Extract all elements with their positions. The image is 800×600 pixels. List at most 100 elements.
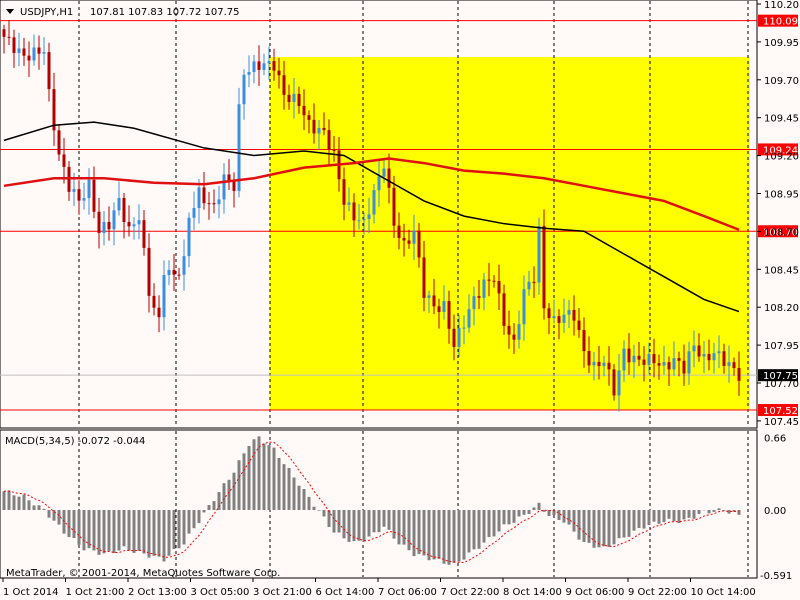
candle-body — [22, 48, 26, 56]
candle-body — [297, 93, 301, 106]
candle-body — [327, 130, 331, 150]
candle-body — [367, 214, 371, 219]
candle-body — [412, 230, 416, 244]
candle-body — [247, 71, 251, 75]
time-tick-label: 8 Oct 14:00 — [503, 587, 562, 598]
macd-tick-label: 0.00 — [764, 506, 786, 517]
macd-tick-label: -0.591 — [760, 571, 792, 582]
candle-body — [407, 240, 411, 244]
candle-body — [362, 218, 366, 221]
chart-canvas[interactable]: 110.09109.24108.70107.52110.20109.95109.… — [0, 0, 800, 600]
candle-body — [602, 362, 606, 367]
candle-body — [62, 154, 66, 167]
copyright: MetaTrader, © 2001-2014, MetaQuotes Soft… — [6, 568, 280, 579]
candle-body — [142, 220, 146, 248]
candle-body — [642, 359, 646, 365]
candle-body — [667, 362, 671, 370]
candle-body — [322, 127, 326, 131]
candle-body — [2, 29, 6, 37]
candle-body — [97, 211, 101, 233]
candle-body — [222, 174, 226, 200]
time-tick-label: 2 Oct 13:00 — [128, 587, 187, 598]
candle-body — [352, 202, 356, 221]
candle-body — [647, 354, 651, 365]
bid-tag-label: 107.75 — [763, 371, 798, 382]
candle-body — [707, 353, 711, 361]
price-tick-label: 107.95 — [764, 341, 799, 352]
candle-body — [452, 328, 456, 347]
candle-body — [737, 368, 741, 381]
price-axis: 110.09109.24108.70107.52110.20109.95109.… — [757, 0, 799, 582]
candle-body — [682, 360, 686, 374]
candle-body — [677, 358, 681, 361]
time-tick-label: 1 Oct 2014 — [3, 587, 58, 598]
candle-body — [422, 257, 426, 298]
time-tick-label: 3 Oct 21:00 — [253, 587, 312, 598]
candle-body — [82, 198, 86, 201]
candle-body — [542, 225, 546, 309]
candle-body — [472, 296, 476, 310]
candle-body — [442, 301, 446, 312]
candle-body — [347, 202, 351, 205]
candle-body — [332, 149, 336, 151]
candle-body — [512, 334, 516, 340]
dropdown-triangle-icon[interactable] — [6, 9, 14, 14]
candle-body — [32, 47, 36, 61]
time-tick-label: 7 Oct 06:00 — [378, 587, 437, 598]
candle-body — [232, 180, 236, 191]
candle-body — [77, 189, 81, 201]
candle-body — [582, 330, 586, 352]
ohlc-values: 107.81 107.83 107.72 107.75 — [90, 7, 240, 18]
candle-body — [157, 307, 161, 318]
candle-body — [267, 61, 271, 64]
candle-body — [277, 70, 281, 76]
macd-label: MACD(5,34,5) -0.072 -0.044 — [5, 436, 145, 447]
macd-tick-label: 0.66 — [764, 433, 786, 444]
candle-body — [182, 256, 186, 275]
candle-body — [387, 168, 391, 188]
candle-body — [17, 48, 21, 53]
candle-body — [607, 362, 611, 370]
macd-panel-frame — [0, 429, 758, 579]
candle-body — [597, 361, 601, 367]
candle-body — [517, 324, 521, 340]
price-tick-label: 109.20 — [764, 152, 799, 163]
time-tick-label: 9 Oct 06:00 — [566, 587, 625, 598]
candle-body — [307, 115, 311, 120]
time-tick-label: 1 Oct 21:00 — [66, 587, 125, 598]
candle-body — [237, 104, 241, 191]
candle-body — [372, 190, 376, 215]
chart-window[interactable]: 110.09 109.24 108.70 107.52 110.20 109.95 109.… — [0, 0, 800, 600]
candle-body — [447, 301, 451, 329]
candle-body — [592, 361, 596, 366]
candle-body — [662, 362, 666, 366]
candle-body — [102, 221, 106, 233]
candle-body — [467, 309, 471, 328]
candle-body — [612, 369, 616, 396]
candle-body — [172, 269, 176, 275]
candle-body — [87, 179, 91, 199]
level-tag-label: 110.09 — [763, 17, 798, 28]
candle-body — [287, 94, 291, 102]
candle-body — [302, 105, 306, 116]
candle-body — [132, 224, 136, 227]
candle-body — [397, 225, 401, 239]
candle-body — [687, 351, 691, 374]
price-tick-label: 108.70 — [764, 227, 799, 238]
candle-body — [177, 274, 181, 276]
candle-body — [492, 280, 496, 282]
candle-body — [377, 176, 381, 191]
candle-body — [57, 130, 61, 155]
time-tick-label: 7 Oct 22:00 — [441, 587, 500, 598]
candle-body — [482, 279, 486, 298]
highlight-rectangle[interactable] — [270, 57, 750, 411]
time-tick-label: 6 Oct 14:00 — [316, 587, 375, 598]
price-tick-label: 107.45 — [764, 417, 799, 428]
candle-body — [617, 370, 621, 396]
price-tick-label: 108.20 — [764, 303, 799, 314]
candle-body — [457, 327, 461, 347]
candle-body — [197, 187, 201, 208]
candle-body — [242, 74, 246, 105]
candle-body — [627, 348, 631, 363]
highlight-rect — [270, 57, 750, 411]
